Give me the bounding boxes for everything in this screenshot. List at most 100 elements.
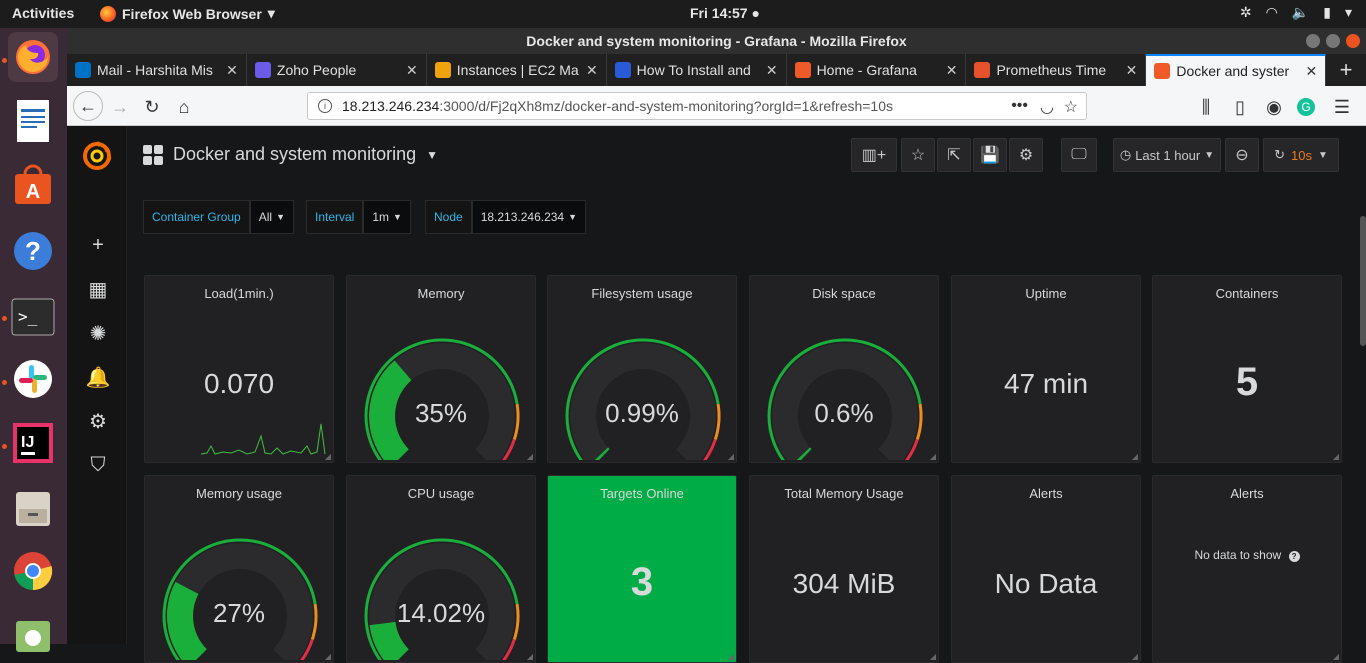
close-tab-icon[interactable]: ✕ (766, 62, 778, 79)
chrome-launcher[interactable] (8, 546, 58, 596)
app-menu[interactable]: Firefox Web Browser ▾ (100, 5, 275, 22)
slack-launcher[interactable] (8, 354, 58, 404)
panel-title[interactable]: CPU usage (347, 486, 535, 501)
forward-button[interactable]: → (107, 94, 133, 120)
resize-handle-icon[interactable]: ◢ (728, 452, 734, 461)
tab-7[interactable]: Docker and syster ✕ (1146, 54, 1327, 86)
system-tray[interactable]: ✲ ◠ 🔈 ▮ ▾ (1240, 4, 1352, 21)
update-manager-launcher[interactable] (8, 610, 58, 660)
site-info-icon[interactable]: i (318, 99, 332, 113)
resize-handle-icon[interactable]: ◢ (527, 652, 533, 661)
star-dashboard-button[interactable]: ☆ (901, 138, 935, 172)
help-launcher[interactable]: ? (8, 226, 58, 276)
url-bar[interactable]: i 18.213.246.234:3000/d/Fj2qXh8mz/docker… (307, 92, 1087, 120)
tab-1[interactable]: Mail - Harshita Mis ✕ (67, 54, 247, 86)
resize-handle-icon[interactable]: ◢ (1333, 652, 1339, 661)
grafana-logo-icon[interactable] (81, 140, 113, 172)
resize-handle-icon[interactable]: ◢ (325, 452, 331, 461)
resize-handle-icon[interactable]: ◢ (1132, 652, 1138, 661)
library-button[interactable]: ⫼ (1193, 94, 1219, 120)
scrollbar[interactable] (1360, 216, 1366, 346)
panel-title[interactable]: Total Memory Usage (750, 486, 938, 501)
panel-title[interactable]: Targets Online (548, 486, 736, 501)
resize-handle-icon[interactable]: ◢ (1333, 452, 1339, 461)
tab-2[interactable]: Zoho People ✕ (247, 54, 427, 86)
configuration-gear-icon[interactable]: ⚙ (85, 408, 111, 434)
clock[interactable]: Fri 14:57 ● (690, 5, 760, 21)
refresh-button[interactable]: ↻ 10s ▼ (1263, 138, 1339, 172)
software-center-launcher[interactable]: A (8, 160, 58, 210)
alerting-bell-icon[interactable]: 🔔 (85, 364, 111, 390)
save-dashboard-button[interactable]: 💾 (973, 138, 1007, 172)
variable-select[interactable]: 18.213.246.234 ▼ (471, 200, 587, 234)
variable-select[interactable]: All ▼ (249, 200, 294, 234)
panel-containers[interactable]: Containers 5 ◢ (1152, 275, 1342, 463)
slack-tray-icon[interactable]: ✲ (1240, 4, 1252, 21)
panel-disk-space[interactable]: Disk space 0.6% ◢ (749, 275, 939, 463)
page-actions-icon[interactable]: ••• (1011, 97, 1028, 115)
files-launcher[interactable] (8, 484, 58, 534)
panel-load-1min[interactable]: Load(1min.) 0.070 ◢ (144, 275, 334, 463)
intellij-launcher[interactable]: IJ (8, 418, 58, 468)
wifi-icon[interactable]: ◠ (1266, 4, 1278, 21)
panel-memory[interactable]: Memory 35% ◢ (346, 275, 536, 463)
minimize-button[interactable] (1306, 34, 1320, 48)
dashboard-title[interactable]: Docker and system monitoring ▼ (143, 144, 438, 165)
close-tab-icon[interactable]: ✕ (1306, 63, 1318, 80)
panel-uptime[interactable]: Uptime 47 min ◢ (951, 275, 1141, 463)
sidebar-button[interactable]: ▯ (1227, 94, 1253, 120)
reload-button[interactable]: ↻ (139, 94, 165, 120)
help-circle-icon[interactable]: ? (1288, 551, 1300, 562)
panel-title[interactable]: Memory (347, 286, 535, 301)
terminal-launcher[interactable]: >_ (8, 292, 58, 342)
extension-button[interactable]: ◉ (1261, 94, 1287, 120)
panel-title[interactable]: Load(1min.) (145, 286, 333, 301)
dashboards-grid-icon[interactable]: ▦ (85, 276, 111, 302)
pocket-icon[interactable]: ◡ (1040, 97, 1054, 117)
close-tab-icon[interactable]: ✕ (1126, 62, 1138, 79)
close-tab-icon[interactable]: ✕ (586, 62, 598, 79)
variable-select[interactable]: 1m ▼ (363, 200, 411, 234)
add-panel-button[interactable]: ▥+ (851, 138, 897, 172)
panel-total-memory-usage[interactable]: Total Memory Usage 304 MiB ◢ (749, 475, 939, 663)
panel-memory-usage[interactable]: Memory usage 27% ◢ (144, 475, 334, 663)
create-plus-icon[interactable]: + (85, 232, 111, 258)
resize-handle-icon[interactable]: ◢ (930, 452, 936, 461)
menu-button[interactable]: ☰ (1329, 94, 1355, 120)
volume-icon[interactable]: 🔈 (1292, 4, 1309, 21)
panel-title[interactable]: Containers (1153, 286, 1341, 301)
tab-3[interactable]: Instances | EC2 Ma ✕ (427, 54, 607, 86)
firefox-launcher[interactable] (8, 32, 58, 82)
resize-handle-icon[interactable]: ◢ (325, 652, 331, 661)
resize-handle-icon[interactable]: ◢ (728, 652, 734, 661)
grammarly-button[interactable]: G (1293, 94, 1319, 120)
close-tab-icon[interactable]: ✕ (946, 62, 958, 79)
new-tab-button[interactable]: + (1326, 54, 1366, 86)
tab-5[interactable]: Home - Grafana ✕ (787, 54, 967, 86)
bookmark-star-icon[interactable]: ☆ (1064, 97, 1078, 117)
close-window-button[interactable] (1346, 34, 1360, 48)
panel-title[interactable]: Disk space (750, 286, 938, 301)
battery-icon[interactable]: ▮ (1323, 4, 1331, 21)
panel-title[interactable]: Alerts (1153, 486, 1341, 501)
panel-cpu-usage[interactable]: CPU usage 14.02% ◢ (346, 475, 536, 663)
panel-alerts[interactable]: Alerts No Data ◢ (951, 475, 1141, 663)
panel-title[interactable]: Uptime (952, 286, 1140, 301)
writer-launcher[interactable] (8, 96, 58, 146)
panel-title[interactable]: Memory usage (145, 486, 333, 501)
back-button[interactable]: ← (73, 91, 103, 121)
resize-handle-icon[interactable]: ◢ (527, 452, 533, 461)
time-picker-button[interactable]: ◷ Last 1 hour ▼ (1113, 138, 1221, 172)
share-dashboard-button[interactable]: ⇱ (937, 138, 971, 172)
panel-targets-online[interactable]: Targets Online 3 ◢ (547, 475, 737, 663)
home-button[interactable]: ⌂ (171, 94, 197, 120)
explore-compass-icon[interactable]: ✺ (85, 320, 111, 346)
server-admin-shield-icon[interactable]: ⛉ (85, 452, 111, 478)
resize-handle-icon[interactable]: ◢ (1132, 452, 1138, 461)
tab-6[interactable]: Prometheus Time ✕ (966, 54, 1147, 86)
resize-handle-icon[interactable]: ◢ (930, 652, 936, 661)
power-menu-icon[interactable]: ▾ (1345, 4, 1352, 21)
close-tab-icon[interactable]: ✕ (406, 62, 418, 79)
close-tab-icon[interactable]: ✕ (226, 62, 238, 79)
dashboard-settings-button[interactable]: ⚙ (1009, 138, 1043, 172)
